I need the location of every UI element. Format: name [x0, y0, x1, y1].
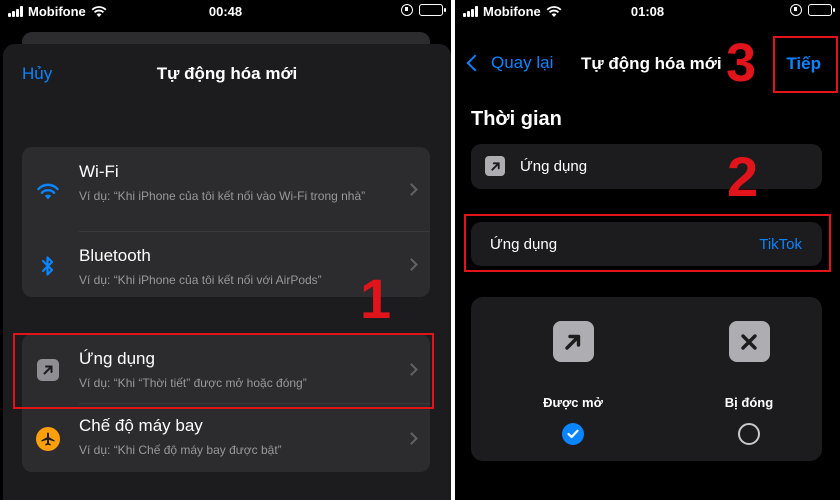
step-number-3: 3 [726, 33, 757, 93]
row-title: Wi-Fi [79, 162, 119, 181]
bluetooth-icon [36, 254, 60, 278]
app-icon [485, 156, 505, 176]
list-item-airplane-mode[interactable]: Chế độ máy bay Ví dụ: “Khi Chế độ máy ba… [22, 404, 430, 472]
battery-icon [419, 4, 446, 16]
airplane-icon [36, 427, 60, 451]
back-button[interactable]: Quay lại [463, 53, 553, 73]
orientation-lock-icon [790, 4, 802, 16]
chevron-right-icon [405, 258, 418, 271]
choice-opened[interactable]: Được mở [513, 321, 633, 445]
left-screen: Mobifone 00:48 Hủy Tự động hóa mới Wi-Fi… [0, 0, 451, 500]
right-screen: Mobifone 01:08 Quay lại Tự động hóa mới … [455, 0, 840, 500]
nav-bar: Hủy Tự động hóa mới [3, 44, 451, 104]
section-title: Thời gian [471, 108, 562, 130]
choice-closed[interactable]: Bị đóng [689, 321, 809, 445]
status-bar: Mobifone 01:08 [455, 0, 840, 24]
list-item-wifi[interactable]: Wi-Fi Ví dụ: “Khi iPhone của tôi kết nối… [22, 147, 430, 231]
status-time: 00:48 [208, 4, 243, 19]
status-time: 01:08 [630, 4, 665, 19]
wifi-icon [36, 180, 60, 204]
back-label: Quay lại [491, 53, 554, 72]
chevron-right-icon [405, 183, 418, 196]
step-number-1: 1 [360, 267, 392, 330]
radio-unselected[interactable] [738, 423, 760, 445]
cancel-button[interactable]: Hủy [22, 64, 52, 84]
app-trigger-row[interactable]: Ứng dụng [471, 144, 822, 189]
close-icon [728, 321, 770, 362]
choice-label: Được mở [543, 395, 603, 410]
open-close-choice-card: Được mở Bị đóng [471, 297, 822, 461]
row-subtitle: Ví dụ: “Khi iPhone của tôi kết nối vào W… [79, 189, 366, 203]
row-title: Bluetooth [79, 246, 151, 265]
orientation-lock-icon [401, 4, 413, 16]
highlight-box-next [773, 36, 838, 93]
page-title: Tự động hóa mới [581, 54, 722, 73]
row-label: Ứng dụng [520, 158, 588, 175]
battery-icon [808, 4, 835, 16]
row-subtitle: Ví dụ: “Khi iPhone của tôi kết nối với A… [79, 273, 322, 287]
arrow-up-right-icon [552, 321, 594, 362]
highlight-box-selected-app [464, 214, 831, 272]
step-number-2: 2 [727, 145, 759, 208]
radio-selected[interactable] [562, 423, 584, 445]
chevron-right-icon [405, 432, 418, 445]
highlight-box-app-row [13, 333, 434, 409]
status-bar: Mobifone 00:48 [0, 0, 451, 24]
choice-label: Bị đóng [724, 395, 774, 410]
row-subtitle: Ví dụ: “Khi Chế độ máy bay được bật” [79, 443, 282, 457]
chevron-left-icon [466, 54, 484, 72]
page-title: Tự động hóa mới [156, 64, 298, 83]
row-title: Chế độ máy bay [79, 416, 203, 435]
